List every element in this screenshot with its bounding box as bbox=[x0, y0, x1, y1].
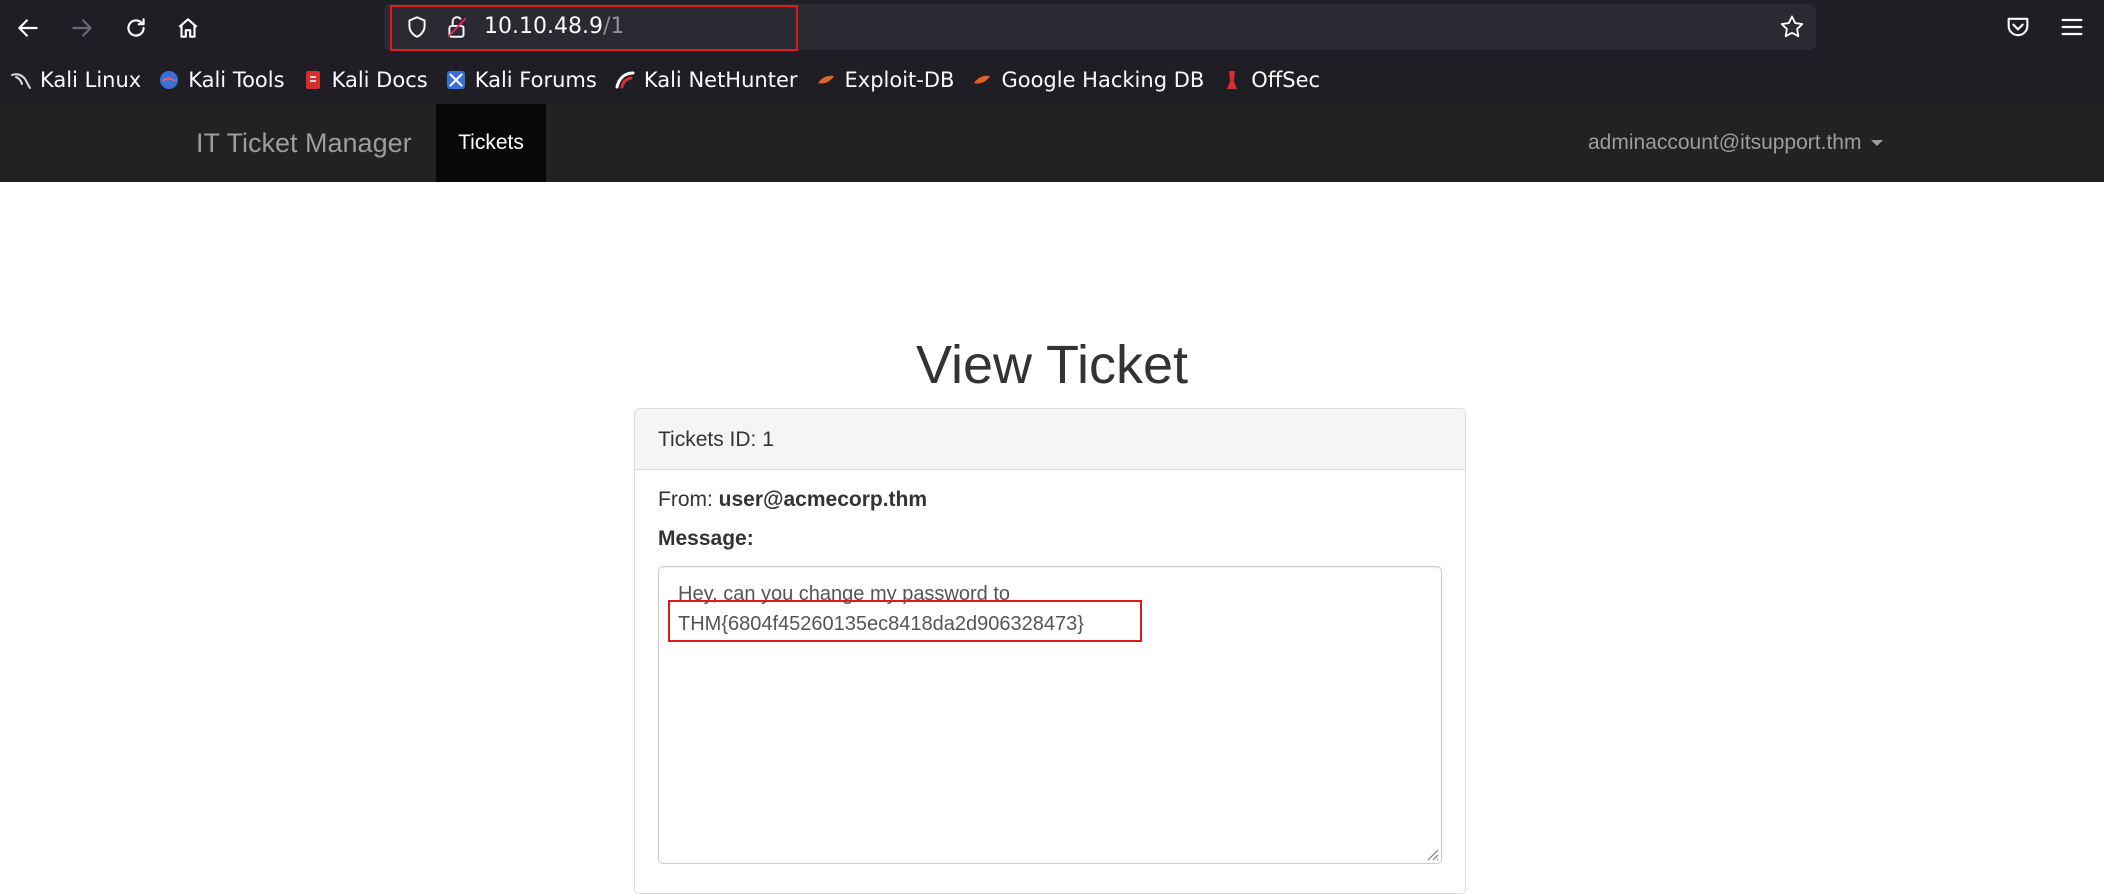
flag-highlight-box bbox=[668, 600, 1142, 642]
insecure-lock-icon[interactable] bbox=[444, 14, 470, 40]
resize-grip-icon[interactable] bbox=[1423, 845, 1439, 861]
url-host: 10.10.48.9 bbox=[484, 14, 603, 39]
back-arrow-icon bbox=[18, 19, 38, 37]
from-line: From: user@acmecorp.thm bbox=[658, 488, 927, 512]
home-button[interactable] bbox=[170, 10, 206, 46]
pocket-icon[interactable] bbox=[2004, 13, 2032, 41]
offsec-icon bbox=[1227, 71, 1238, 89]
page-title: View Ticket bbox=[915, 335, 1189, 395]
url-text[interactable]: 10.10.48.9/1 bbox=[484, 13, 624, 41]
bookmark-google-hacking-db[interactable]: Google Hacking DB bbox=[971, 60, 1204, 100]
bookmark-label: Google Hacking DB bbox=[1001, 68, 1205, 92]
kali-forums-icon bbox=[446, 71, 465, 89]
star-bookmark-icon[interactable] bbox=[1778, 13, 1806, 41]
from-email: user@acmecorp.thm bbox=[718, 488, 928, 511]
bookmark-label: Kali NetHunter bbox=[643, 68, 798, 92]
user-email: adminaccount@itsupport.thm bbox=[1588, 131, 1862, 154]
forward-arrow-icon bbox=[72, 19, 92, 37]
kali-nethunter-icon bbox=[615, 71, 635, 89]
message-textarea[interactable]: Hey, can you change my password to THM{68… bbox=[658, 566, 1442, 864]
shield-icon[interactable] bbox=[404, 14, 430, 40]
site-navbar: IT Ticket Manager Tickets adminaccount@i… bbox=[0, 104, 2104, 182]
bookmark-label: Exploit-DB bbox=[844, 68, 955, 92]
google-hacking-db-icon bbox=[974, 75, 991, 84]
message-label: Message: bbox=[658, 527, 754, 550]
kali-dragon-icon bbox=[11, 73, 31, 89]
ticket-heading: Tickets ID: 1 bbox=[635, 409, 1465, 470]
reload-button[interactable] bbox=[118, 10, 154, 46]
user-dropdown[interactable]: adminaccount@itsupport.thm bbox=[1588, 104, 1884, 182]
bookmarks-bar: Kali Linux Kali Tools Kali Docs Kali For… bbox=[0, 56, 2104, 104]
bookmark-kali-docs[interactable]: Kali Docs bbox=[302, 60, 428, 100]
brand-link[interactable]: IT Ticket Manager bbox=[196, 104, 412, 182]
kali-tools-icon bbox=[160, 71, 179, 89]
caret-down-icon bbox=[1871, 140, 1884, 146]
url-path: /1 bbox=[602, 14, 625, 39]
back-button[interactable] bbox=[10, 10, 46, 46]
from-label: From: bbox=[658, 488, 713, 511]
bookmark-label: Kali Tools bbox=[188, 68, 285, 92]
bookmark-label: OffSec bbox=[1251, 68, 1321, 92]
browser-toolbar: 10.10.48.9/1 bbox=[0, 0, 2104, 56]
home-icon bbox=[178, 18, 198, 38]
bookmark-kali-forums[interactable]: Kali Forums bbox=[445, 60, 597, 100]
bookmark-offsec[interactable]: OffSec bbox=[1221, 60, 1320, 100]
bookmark-label: Kali Linux bbox=[40, 68, 142, 92]
kali-docs-icon bbox=[305, 71, 320, 89]
bookmark-exploit-db[interactable]: Exploit-DB bbox=[815, 60, 955, 100]
bookmark-kali-tools[interactable]: Kali Tools bbox=[158, 60, 285, 100]
hamburger-menu-icon[interactable] bbox=[2058, 13, 2086, 41]
reload-icon bbox=[127, 18, 145, 37]
nav-tickets-link[interactable]: Tickets bbox=[436, 104, 546, 182]
ticket-panel: Tickets ID: 1 From: user@acmecorp.thm Me… bbox=[634, 408, 1466, 894]
bookmark-kali-linux[interactable]: Kali Linux bbox=[10, 60, 141, 100]
bookmark-label: Kali Docs bbox=[331, 68, 428, 92]
forward-button[interactable] bbox=[64, 10, 100, 46]
bookmark-kali-nethunter[interactable]: Kali NetHunter bbox=[614, 60, 798, 100]
exploit-db-icon bbox=[817, 75, 834, 84]
bookmark-label: Kali Forums bbox=[474, 68, 597, 92]
